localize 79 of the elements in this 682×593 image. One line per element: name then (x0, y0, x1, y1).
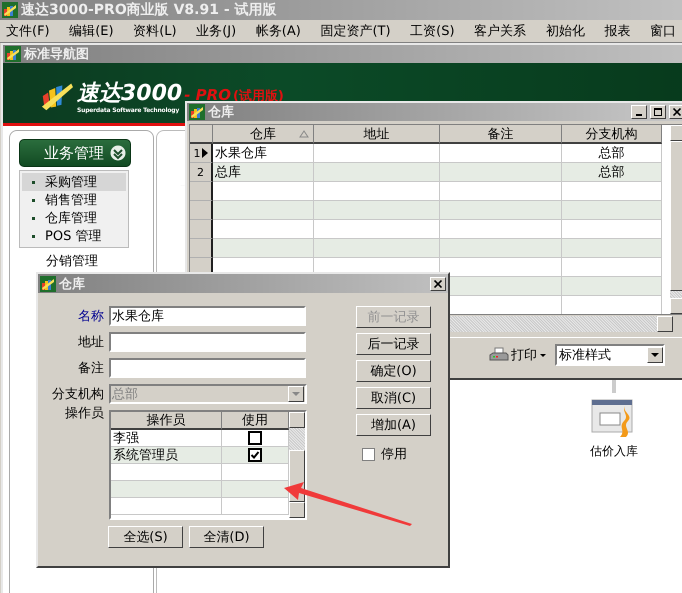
menu-item[interactable]: 初始化 (544, 22, 587, 40)
close-button[interactable] (430, 276, 446, 290)
menu-item[interactable]: 编辑(E) (67, 22, 116, 40)
field-label: 地址 (77, 334, 104, 351)
menu-item[interactable]: 资料(L) (131, 22, 179, 40)
checkbox-label: 停用 (381, 446, 407, 463)
minimize-button[interactable] (631, 105, 647, 119)
row-header (190, 220, 213, 239)
dialog-button[interactable]: 全选(S) (108, 526, 183, 548)
logo-suffix: - PRO (184, 86, 231, 104)
row-header (190, 182, 213, 201)
dialog-button[interactable]: 增加(A) (356, 414, 431, 436)
field-label: 名称 (77, 308, 104, 325)
table-cell: 总部 (562, 163, 662, 182)
dialog-button[interactable]: 取消(C) (356, 387, 431, 409)
field-label: 分支机构 (51, 386, 104, 403)
field-label: 操作员 (64, 405, 104, 422)
window-title: 标准导航图 (24, 46, 89, 63)
checkbox[interactable] (248, 448, 262, 462)
menu-item[interactable]: 帐务(A) (254, 22, 303, 40)
row-header: 2 (190, 163, 213, 182)
nav-item[interactable]: 采购管理 (22, 173, 126, 191)
table-cell: 总库 (213, 163, 314, 182)
caret-icon (292, 390, 300, 398)
close-icon (673, 108, 681, 116)
app-icon (2, 2, 18, 18)
input-field[interactable] (109, 332, 306, 352)
app-icon (189, 104, 205, 120)
maximize-button[interactable] (650, 105, 666, 119)
column-header[interactable]: 使用 (222, 412, 289, 430)
shortcut-button[interactable]: 估价入库 (590, 397, 638, 460)
menu-item[interactable]: 工资(S) (408, 22, 457, 40)
window-title: 速达3000-PRO商业版 V8.91 - 试用版 (21, 1, 277, 19)
app-icon (5, 46, 21, 62)
column-header[interactable]: 分支机构 (562, 125, 662, 144)
column-header[interactable]: 地址 (314, 125, 440, 144)
nav-item[interactable]: 仓库管理 (22, 209, 126, 227)
menu-item[interactable]: 固定资产(T) (318, 22, 393, 40)
window-title: 仓库 (208, 104, 234, 121)
scrollbar[interactable] (670, 125, 682, 314)
row-header (190, 201, 213, 220)
scrollbar[interactable] (289, 412, 305, 518)
menu-item[interactable]: 文件(F) (4, 22, 52, 40)
nav-item[interactable]: 销售管理 (22, 191, 126, 209)
dialog-button[interactable]: 后一记录 (356, 333, 431, 355)
group-button[interactable]: 业务管理 (19, 139, 131, 167)
row-pointer-icon (202, 148, 208, 158)
minimize-icon (636, 114, 642, 116)
app-icon (40, 276, 56, 292)
print-button[interactable]: 打印 (489, 346, 547, 364)
logo-name: 速达3000 (77, 80, 182, 108)
dialog-button[interactable]: 全清(D) (189, 526, 264, 548)
caret-icon (539, 351, 547, 359)
table-cell (222, 481, 289, 498)
maximize-icon (654, 108, 662, 116)
column-header[interactable]: 备注 (440, 125, 562, 144)
menu-item[interactable]: 窗口 (648, 22, 678, 40)
printer-icon (489, 347, 509, 363)
close-icon (434, 280, 442, 288)
caret-icon (651, 351, 659, 359)
dropdown-button[interactable] (647, 347, 663, 363)
window-title: 仓库 (59, 276, 85, 292)
input-field[interactable]: 水果仓库 (109, 306, 306, 326)
style-dropdown[interactable]: 标准样式 (555, 344, 665, 366)
menu-item[interactable]: 客户关系 (472, 22, 528, 40)
field-label: 备注 (77, 360, 104, 377)
column-header[interactable]: 仓库 (213, 125, 314, 144)
nav-item[interactable]: POS 管理 (22, 227, 126, 245)
input-field[interactable] (109, 358, 306, 378)
dialog-button[interactable]: 确定(O) (356, 360, 431, 382)
row-header: 1 (190, 144, 213, 163)
menu-item[interactable]: 报表 (602, 22, 632, 40)
menu-item[interactable]: 业务(J) (194, 22, 238, 40)
close-button[interactable] (669, 105, 682, 119)
table-cell: 系统管理员 (111, 447, 222, 464)
checkbox[interactable] (362, 448, 375, 460)
checkbox[interactable] (248, 431, 262, 445)
column-header[interactable]: 操作员 (111, 412, 222, 430)
nav-group[interactable]: 分销管理 (46, 252, 98, 270)
